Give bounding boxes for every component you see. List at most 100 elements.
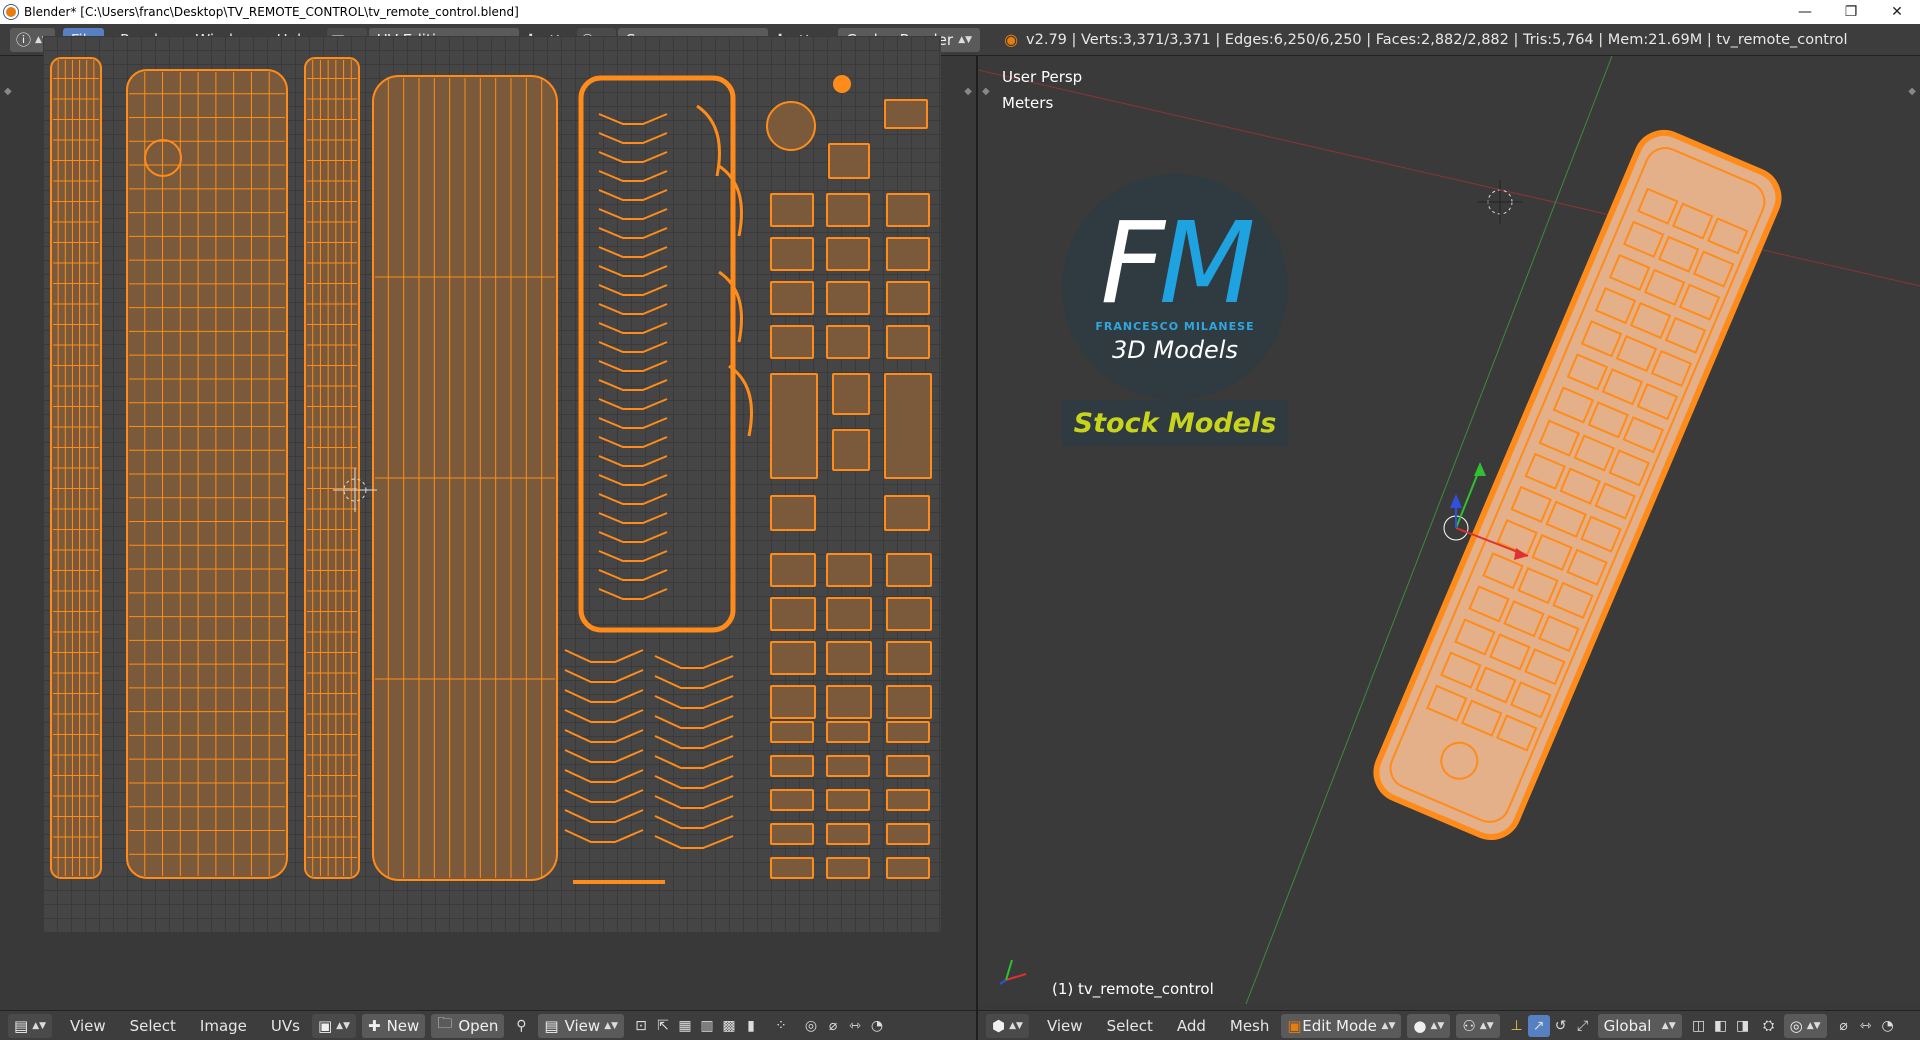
scale-manipulator-icon[interactable]: ⤢ (1572, 1015, 1594, 1037)
uv-edge-loop (598, 569, 668, 581)
uv-edge-loop (718, 164, 743, 237)
viewport-shading-select[interactable]: ● ▲▼ (1407, 1013, 1451, 1038)
uv-edge-loop (598, 170, 668, 182)
3d-editor-type-selector[interactable]: ⬢ ▲▼ (986, 1013, 1029, 1038)
image-browse-button[interactable]: ▣ ▲▼ (311, 1013, 356, 1038)
vertex-select-icon[interactable]: ▦ (674, 1015, 696, 1037)
uv-island (826, 857, 870, 879)
uv-layout[interactable] (43, 36, 941, 932)
cube-icon: ⬢ (992, 1016, 1006, 1035)
uv-island (886, 553, 932, 587)
snap-icon[interactable]: ⌀ (822, 1015, 844, 1037)
uv-edge-loop (654, 735, 734, 749)
snap-element-icon[interactable]: ◔ (1877, 1015, 1899, 1037)
uv-edge-loop (598, 474, 668, 486)
uv-island (884, 495, 930, 531)
uv-island (826, 685, 872, 719)
uv-edge-loop (654, 775, 734, 789)
uv-edge-loop (598, 322, 668, 334)
uv-mirror-icon[interactable]: ⇿ (844, 1015, 866, 1037)
uv-edge-loop (598, 531, 668, 543)
uv-island (770, 281, 814, 315)
region-toggle-icon[interactable]: ◆ (982, 86, 990, 97)
edit-mode-icon: ▣ (1287, 1016, 1302, 1035)
transform-orientation-select[interactable]: Global ▲▼ (1597, 1013, 1682, 1038)
minimize-button[interactable]: — (1782, 0, 1828, 24)
translate-manipulator-icon[interactable]: ↗ (1527, 1014, 1550, 1037)
new-image-button[interactable]: ✚ New (362, 1013, 426, 1038)
uv-island (770, 857, 814, 879)
uv-edge-loop (564, 729, 644, 743)
proportional-edit-icon: ◎ (1789, 1016, 1803, 1035)
uv-island (886, 755, 930, 777)
uv-menu-uvs[interactable]: UVs (259, 1017, 312, 1035)
island-select-icon[interactable]: ▮ (740, 1015, 762, 1037)
uv-island (886, 237, 930, 271)
region-toggle-icon[interactable]: ◆ (1908, 86, 1916, 97)
uv-island (886, 597, 932, 631)
region-toggle-icon[interactable]: ◆ (4, 86, 12, 97)
remote-mesh[interactable] (1368, 124, 1787, 845)
edge-select-icon[interactable]: ▥ (696, 1015, 718, 1037)
3d-menu-view[interactable]: View (1035, 1017, 1095, 1035)
rotate-manipulator-icon[interactable]: ↺ (1550, 1015, 1572, 1037)
vertex-select-mode-icon[interactable]: ◫ (1688, 1015, 1710, 1037)
edge-select-mode-icon[interactable]: ◧ (1710, 1015, 1732, 1037)
uv-edge-loop (654, 835, 734, 849)
interaction-mode-select[interactable]: ▣ Edit Mode ▲▼ (1281, 1013, 1402, 1038)
dropdown-arrows-icon: ▲▼ (958, 34, 973, 45)
uv-island (770, 641, 816, 675)
occlude-geometry-icon[interactable]: ⛭ (1758, 1015, 1780, 1037)
3d-menu-add[interactable]: Add (1165, 1017, 1218, 1035)
uv-menu-view[interactable]: View (58, 1017, 118, 1035)
uv-island (886, 721, 930, 743)
uv-editor-type-selector[interactable]: ▤ ▲▼ (8, 1013, 53, 1038)
view-mode-label: View (564, 1016, 601, 1035)
uv-edge-loop (598, 284, 668, 296)
uv-island (828, 143, 870, 179)
perspective-label: User Persp (1002, 68, 1083, 86)
pin-icon[interactable]: ⚲ (510, 1015, 532, 1037)
uv-menu-select[interactable]: Select (118, 1017, 188, 1035)
region-toggle-icon[interactable]: ◆ (964, 86, 972, 97)
proportional-edit-icon[interactable]: ◎ (800, 1015, 822, 1037)
pivot-icon[interactable]: ⊡ (630, 1015, 652, 1037)
image-editor-icon: ▤ (14, 1016, 29, 1035)
maximize-button[interactable]: ❐ (1828, 0, 1874, 24)
uv-menu-image[interactable]: Image (188, 1017, 259, 1035)
uv-island (770, 721, 814, 743)
view-mode-select[interactable]: ▤ View ▲▼ (538, 1013, 625, 1038)
manipulator-icon[interactable]: ⊥ (1506, 1015, 1528, 1037)
uv-edge-loop (598, 398, 668, 410)
3d-viewport[interactable]: User Persp Meters ◆ ◆ FM FRANCESCO MILAN… (978, 56, 1920, 1004)
close-button[interactable]: ✕ (1874, 0, 1920, 24)
snap-target-icon[interactable]: ⇿ (1855, 1015, 1877, 1037)
uv-island (770, 373, 818, 479)
uv-edge-loop (598, 360, 668, 372)
sync-selection-icon[interactable]: ⇱ (652, 1015, 674, 1037)
blender-logo-icon: ◉ (1004, 30, 1019, 49)
uv-edge-loop (564, 669, 644, 683)
proportional-edit-select[interactable]: ◎ ▲▼ (1783, 1013, 1827, 1038)
uv-island (770, 237, 814, 271)
uv-edge-loop (564, 829, 644, 843)
open-image-button[interactable]: 🗀 Open (431, 1013, 505, 1038)
dropdown-arrows-icon: ▲▼ (1381, 1020, 1396, 1031)
uv-island (826, 325, 870, 359)
uv-island (826, 823, 870, 845)
3d-menu-select[interactable]: Select (1095, 1017, 1165, 1035)
pivot-point-select[interactable]: ⚇ ▲▼ (1456, 1013, 1500, 1038)
render-preview-icon[interactable]: ◔ (866, 1015, 888, 1037)
snap-icon[interactable]: ⌀ (1833, 1015, 1855, 1037)
face-select-mode-icon[interactable]: ◨ (1732, 1015, 1754, 1037)
3d-menu-mesh[interactable]: Mesh (1218, 1017, 1282, 1035)
logo-tagline: 3D Models (1112, 336, 1238, 364)
uv-edge-loop (654, 655, 734, 669)
uv-island (884, 373, 932, 479)
uv-island (578, 75, 736, 633)
sticky-mode-icon[interactable]: ⁘ (770, 1015, 792, 1037)
uv-island (826, 641, 872, 675)
face-select-icon[interactable]: ▩ (718, 1015, 740, 1037)
active-object-label: (1) tv_remote_control (1052, 980, 1214, 998)
uv-island (826, 597, 872, 631)
